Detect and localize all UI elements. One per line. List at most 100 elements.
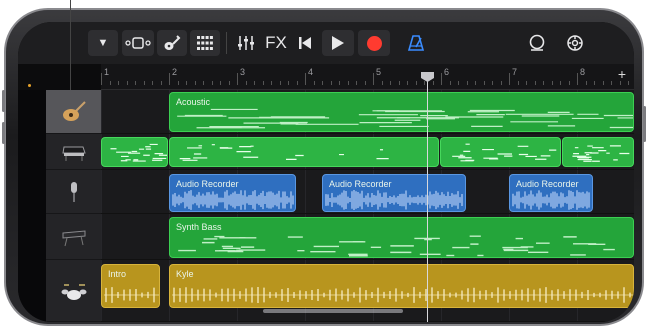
settings-icon[interactable] (562, 30, 588, 56)
track-header-keyboard[interactable] (46, 214, 101, 260)
track-headers (46, 90, 101, 322)
ruler-tick (492, 81, 493, 85)
region-acoustic[interactable]: Acoustic (169, 92, 634, 132)
tracks-area[interactable]: Acoustic Audio Recorder Audio Recorder A… (101, 90, 634, 322)
ruler-tick (143, 81, 145, 85)
ruler-tick (135, 81, 136, 85)
ruler-tick (449, 81, 451, 85)
ruler-tick (458, 81, 459, 85)
region-drummer-kyle[interactable]: Kyle (169, 264, 634, 308)
control-bar: ▼ FX (18, 22, 634, 64)
drums-icon (61, 283, 86, 300)
smart-controls-icon[interactable] (157, 30, 187, 56)
ruler-tick (203, 81, 204, 85)
track-header-microphone[interactable] (46, 170, 101, 214)
region-audio-recorder[interactable]: Audio Recorder (322, 174, 466, 212)
ruler-bar-number: 6 (444, 67, 450, 77)
region-synth-bass[interactable]: Synth Bass (169, 217, 634, 258)
metronome-icon[interactable] (402, 30, 430, 56)
left-edge-strip (18, 84, 46, 322)
ruler-tick (356, 81, 357, 85)
ruler-tick (279, 81, 281, 85)
ruler-tick (118, 81, 119, 85)
callout-pointer-line (70, 0, 71, 90)
ruler-tick (390, 81, 391, 85)
record-icon[interactable] (358, 30, 390, 56)
view-toggle-icon[interactable] (122, 30, 154, 56)
microphone-icon (70, 181, 77, 202)
ruler-tick (602, 81, 604, 85)
ruler-bar-number: 4 (308, 67, 314, 77)
ruler-tick (237, 73, 238, 85)
ruler-tick (109, 81, 111, 85)
browser-menu-icon[interactable]: ▼ (88, 30, 118, 56)
ruler-tick (432, 81, 434, 85)
region-label: Acoustic (176, 97, 211, 107)
ruler-tick (322, 81, 323, 85)
ruler-tick (628, 81, 629, 85)
track-header-piano[interactable] (46, 134, 101, 170)
region-piano[interactable] (169, 137, 439, 167)
ruler-tick (245, 81, 247, 85)
region-piano[interactable] (562, 137, 634, 167)
iphone-frame: ▼ FX + 1 2 3 4 5 6 7 8 Acoustic Audio Re… (2, 8, 646, 326)
ruler-tick (415, 81, 417, 85)
ruler-tick (288, 81, 289, 85)
ruler-tick (262, 81, 264, 85)
ruler-bar-number: 7 (512, 67, 518, 77)
ruler-tick (424, 81, 425, 85)
ruler-tick (517, 81, 519, 85)
ruler-bar-number: 3 (240, 67, 246, 77)
volume-up-button (2, 90, 5, 112)
ruler-bar-number: 8 (580, 67, 586, 77)
region-label: Intro (108, 269, 127, 279)
region-piano[interactable] (101, 137, 168, 167)
ruler-tick (543, 81, 544, 85)
ruler-tick (313, 81, 315, 85)
region-label: Synth Bass (176, 222, 222, 232)
ruler-tick (585, 81, 587, 85)
region-label: Audio Recorder (329, 179, 392, 189)
ruler-tick (398, 81, 400, 85)
indicator-dot (28, 84, 31, 87)
ruler-tick (339, 81, 340, 85)
ruler-tick (373, 73, 374, 85)
tracks-grid-icon[interactable] (190, 30, 220, 56)
ruler-tick (500, 81, 502, 85)
ruler-tick (169, 73, 170, 85)
go-to-beginning-icon[interactable] (292, 30, 318, 56)
ruler-tick (347, 81, 349, 85)
ruler-tick (101, 73, 102, 85)
mixer-icon[interactable] (232, 30, 260, 56)
ruler-tick (177, 81, 179, 85)
fx-button[interactable]: FX (263, 30, 289, 56)
ruler-tick (152, 81, 153, 85)
region-audio-recorder[interactable]: Audio Recorder (509, 174, 593, 212)
ruler-tick (194, 81, 196, 85)
add-section-button[interactable]: + (618, 66, 626, 82)
ruler-tick (568, 81, 570, 85)
ruler-tick (305, 73, 306, 85)
region-audio-recorder[interactable]: Audio Recorder (169, 174, 296, 212)
side-button (643, 106, 646, 142)
region-drummer-intro[interactable]: Intro (101, 264, 160, 308)
timeline-ruler[interactable]: + 1 2 3 4 5 6 7 8 (101, 64, 634, 90)
region-piano[interactable] (440, 137, 561, 167)
garageband-tracks-view: ▼ FX + 1 2 3 4 5 6 7 8 Acoustic Audio Re… (18, 22, 634, 322)
track-header-guitar[interactable] (46, 90, 101, 134)
ruler-tick (526, 81, 527, 85)
ruler-tick (160, 81, 162, 85)
home-indicator (263, 309, 403, 313)
keyboard-icon (62, 229, 85, 246)
ruler-tick (364, 81, 366, 85)
ruler-tick (381, 81, 383, 85)
volume-down-button (2, 122, 5, 144)
ruler-tick (441, 73, 442, 85)
loop-browser-icon[interactable] (524, 30, 550, 56)
ruler-bar-number: 1 (104, 67, 110, 77)
ruler-tick (611, 81, 612, 85)
track-header-drums[interactable] (46, 260, 101, 322)
play-icon[interactable] (322, 30, 354, 56)
region-label: Audio Recorder (176, 179, 239, 189)
ruler-tick (271, 81, 272, 85)
